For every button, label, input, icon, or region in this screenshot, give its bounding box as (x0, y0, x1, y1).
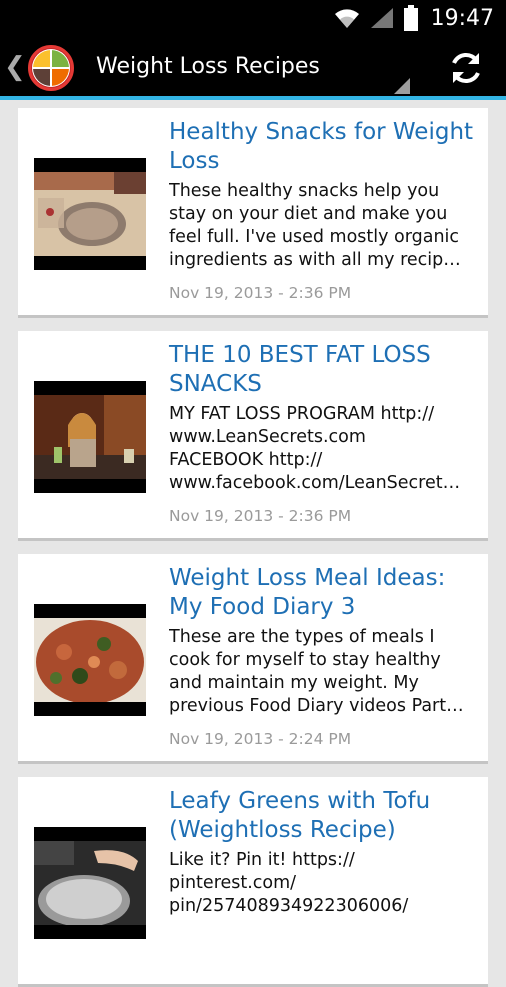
item-date: Nov 19, 2013 - 2:36 PM (169, 284, 352, 302)
item-description: These are the types of meals I cook for … (169, 626, 469, 718)
desc-line: feel full. I've used mostly organic (169, 227, 460, 247)
video-thumbnail[interactable] (34, 827, 146, 939)
desc-line: pinterest.com/ (169, 873, 297, 893)
wifi-icon (334, 9, 359, 28)
desc-line: Like it? Pin it! https:// (169, 850, 355, 870)
list-item[interactable]: THE 10 BEST FAT LOSS SNACKS MY FAT LOSS … (18, 331, 488, 541)
desc-line: www.LeanSecrets.com (169, 427, 366, 447)
status-clock: 19:47 (430, 5, 494, 31)
spinner-indicator-icon (394, 78, 410, 94)
item-title[interactable]: Leafy Greens with Tofu (Weightloss Recip… (169, 787, 474, 845)
item-title[interactable]: Weight Loss Meal Ideas: My Food Diary 3 (169, 564, 474, 622)
chevron-left-icon[interactable]: ❮ (4, 52, 26, 82)
item-description: Like it? Pin it! https:// pinterest.com/… (169, 849, 469, 918)
item-description: MY FAT LOSS PROGRAM http:// www.LeanSecr… (169, 403, 469, 495)
desc-line: and maintain my weight. My (169, 673, 419, 693)
status-icons: 19:47 (333, 0, 494, 36)
desc-line: www.facebook.com/LeanSecret… (169, 473, 461, 493)
app-title: Weight Loss Recipes (96, 54, 320, 79)
refresh-icon[interactable] (446, 48, 486, 88)
list-item[interactable]: Healthy Snacks for Weight Loss These hea… (18, 108, 488, 318)
action-bar: ❮ Weight Loss Recipes (0, 36, 506, 100)
desc-line: pin/257408934922306006/ (169, 896, 409, 916)
video-thumbnail[interactable] (34, 381, 146, 493)
signal-icon (370, 8, 393, 28)
desc-line: previous Food Diary videos Part … (169, 696, 469, 716)
desc-line: MY FAT LOSS PROGRAM http:// (169, 404, 435, 424)
item-title[interactable]: THE 10 BEST FAT LOSS SNACKS (169, 341, 474, 399)
desc-line: These healthy snacks help you (169, 181, 440, 201)
item-title[interactable]: Healthy Snacks for Weight Loss (169, 118, 474, 176)
desc-line: ingredients as with all my recipe… (169, 250, 469, 270)
status-bar: 19:47 (0, 0, 506, 36)
list-item[interactable]: Leafy Greens with Tofu (Weightloss Recip… (18, 777, 488, 987)
battery-icon (403, 5, 418, 31)
desc-line: These are the types of meals I (169, 627, 435, 647)
app-logo-icon[interactable] (28, 45, 74, 91)
item-description: These healthy snacks help you stay on yo… (169, 180, 469, 272)
desc-line: FACEBOOK http:// (169, 450, 323, 470)
item-date: Nov 19, 2013 - 2:24 PM (169, 730, 352, 748)
desc-line: stay on your diet and make you (169, 204, 448, 224)
item-date: Nov 19, 2013 - 2:36 PM (169, 507, 352, 525)
video-thumbnail[interactable] (34, 158, 146, 270)
video-thumbnail[interactable] (34, 604, 146, 716)
desc-line: cook for myself to stay healthy (169, 650, 441, 670)
list-item[interactable]: Weight Loss Meal Ideas: My Food Diary 3 … (18, 554, 488, 764)
